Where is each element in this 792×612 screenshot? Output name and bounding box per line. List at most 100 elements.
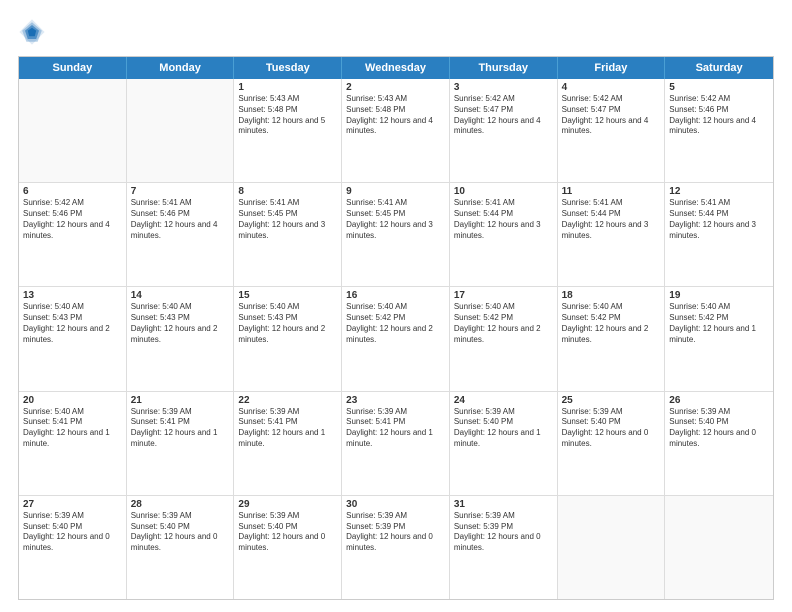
day-number: 12 [669, 186, 769, 197]
day-number: 10 [454, 186, 553, 197]
day-number: 7 [131, 186, 230, 197]
day-number: 5 [669, 82, 769, 93]
cell-info: Sunrise: 5:39 AM Sunset: 5:40 PM Dayligh… [562, 407, 661, 450]
header-day-friday: Friday [558, 57, 666, 79]
header [18, 18, 774, 46]
calendar-cell: 8Sunrise: 5:41 AM Sunset: 5:45 PM Daylig… [234, 183, 342, 286]
calendar-cell [665, 496, 773, 599]
calendar-cell: 6Sunrise: 5:42 AM Sunset: 5:46 PM Daylig… [19, 183, 127, 286]
calendar-cell: 10Sunrise: 5:41 AM Sunset: 5:44 PM Dayli… [450, 183, 558, 286]
cell-info: Sunrise: 5:41 AM Sunset: 5:45 PM Dayligh… [346, 198, 445, 241]
day-number: 14 [131, 290, 230, 301]
calendar-cell: 26Sunrise: 5:39 AM Sunset: 5:40 PM Dayli… [665, 392, 773, 495]
cell-info: Sunrise: 5:41 AM Sunset: 5:44 PM Dayligh… [454, 198, 553, 241]
calendar-cell: 18Sunrise: 5:40 AM Sunset: 5:42 PM Dayli… [558, 287, 666, 390]
calendar-cell: 7Sunrise: 5:41 AM Sunset: 5:46 PM Daylig… [127, 183, 235, 286]
calendar-cell: 29Sunrise: 5:39 AM Sunset: 5:40 PM Dayli… [234, 496, 342, 599]
cell-info: Sunrise: 5:39 AM Sunset: 5:39 PM Dayligh… [346, 511, 445, 554]
cell-info: Sunrise: 5:43 AM Sunset: 5:48 PM Dayligh… [346, 94, 445, 137]
calendar-cell: 11Sunrise: 5:41 AM Sunset: 5:44 PM Dayli… [558, 183, 666, 286]
calendar-cell [19, 79, 127, 182]
day-number: 8 [238, 186, 337, 197]
cell-info: Sunrise: 5:40 AM Sunset: 5:42 PM Dayligh… [562, 302, 661, 345]
calendar-cell: 14Sunrise: 5:40 AM Sunset: 5:43 PM Dayli… [127, 287, 235, 390]
day-number: 29 [238, 499, 337, 510]
calendar-week-4: 20Sunrise: 5:40 AM Sunset: 5:41 PM Dayli… [19, 392, 773, 496]
day-number: 3 [454, 82, 553, 93]
calendar-cell: 20Sunrise: 5:40 AM Sunset: 5:41 PM Dayli… [19, 392, 127, 495]
cell-info: Sunrise: 5:41 AM Sunset: 5:45 PM Dayligh… [238, 198, 337, 241]
day-number: 25 [562, 395, 661, 406]
calendar-cell: 28Sunrise: 5:39 AM Sunset: 5:40 PM Dayli… [127, 496, 235, 599]
calendar-cell [127, 79, 235, 182]
day-number: 28 [131, 499, 230, 510]
calendar-cell: 16Sunrise: 5:40 AM Sunset: 5:42 PM Dayli… [342, 287, 450, 390]
calendar-cell: 2Sunrise: 5:43 AM Sunset: 5:48 PM Daylig… [342, 79, 450, 182]
cell-info: Sunrise: 5:42 AM Sunset: 5:47 PM Dayligh… [562, 94, 661, 137]
header-day-monday: Monday [127, 57, 235, 79]
calendar-cell: 5Sunrise: 5:42 AM Sunset: 5:46 PM Daylig… [665, 79, 773, 182]
calendar-cell: 22Sunrise: 5:39 AM Sunset: 5:41 PM Dayli… [234, 392, 342, 495]
page: SundayMondayTuesdayWednesdayThursdayFrid… [0, 0, 792, 612]
calendar-week-3: 13Sunrise: 5:40 AM Sunset: 5:43 PM Dayli… [19, 287, 773, 391]
cell-info: Sunrise: 5:39 AM Sunset: 5:41 PM Dayligh… [346, 407, 445, 450]
cell-info: Sunrise: 5:39 AM Sunset: 5:40 PM Dayligh… [238, 511, 337, 554]
calendar-cell: 1Sunrise: 5:43 AM Sunset: 5:48 PM Daylig… [234, 79, 342, 182]
cell-info: Sunrise: 5:39 AM Sunset: 5:41 PM Dayligh… [238, 407, 337, 450]
calendar-body: 1Sunrise: 5:43 AM Sunset: 5:48 PM Daylig… [19, 79, 773, 599]
header-day-saturday: Saturday [665, 57, 773, 79]
cell-info: Sunrise: 5:39 AM Sunset: 5:40 PM Dayligh… [454, 407, 553, 450]
cell-info: Sunrise: 5:40 AM Sunset: 5:42 PM Dayligh… [346, 302, 445, 345]
header-day-tuesday: Tuesday [234, 57, 342, 79]
day-number: 22 [238, 395, 337, 406]
calendar: SundayMondayTuesdayWednesdayThursdayFrid… [18, 56, 774, 600]
day-number: 26 [669, 395, 769, 406]
cell-info: Sunrise: 5:39 AM Sunset: 5:40 PM Dayligh… [131, 511, 230, 554]
cell-info: Sunrise: 5:42 AM Sunset: 5:46 PM Dayligh… [23, 198, 122, 241]
day-number: 19 [669, 290, 769, 301]
day-number: 13 [23, 290, 122, 301]
cell-info: Sunrise: 5:41 AM Sunset: 5:46 PM Dayligh… [131, 198, 230, 241]
day-number: 9 [346, 186, 445, 197]
calendar-cell: 15Sunrise: 5:40 AM Sunset: 5:43 PM Dayli… [234, 287, 342, 390]
calendar-cell: 4Sunrise: 5:42 AM Sunset: 5:47 PM Daylig… [558, 79, 666, 182]
day-number: 11 [562, 186, 661, 197]
calendar-cell: 27Sunrise: 5:39 AM Sunset: 5:40 PM Dayli… [19, 496, 127, 599]
cell-info: Sunrise: 5:39 AM Sunset: 5:41 PM Dayligh… [131, 407, 230, 450]
cell-info: Sunrise: 5:40 AM Sunset: 5:43 PM Dayligh… [131, 302, 230, 345]
calendar-cell: 24Sunrise: 5:39 AM Sunset: 5:40 PM Dayli… [450, 392, 558, 495]
day-number: 21 [131, 395, 230, 406]
logo [18, 18, 50, 46]
cell-info: Sunrise: 5:40 AM Sunset: 5:41 PM Dayligh… [23, 407, 122, 450]
day-number: 20 [23, 395, 122, 406]
calendar-cell [558, 496, 666, 599]
day-number: 17 [454, 290, 553, 301]
calendar-cell: 13Sunrise: 5:40 AM Sunset: 5:43 PM Dayli… [19, 287, 127, 390]
cell-info: Sunrise: 5:41 AM Sunset: 5:44 PM Dayligh… [562, 198, 661, 241]
calendar-week-2: 6Sunrise: 5:42 AM Sunset: 5:46 PM Daylig… [19, 183, 773, 287]
calendar-cell: 21Sunrise: 5:39 AM Sunset: 5:41 PM Dayli… [127, 392, 235, 495]
day-number: 24 [454, 395, 553, 406]
calendar-cell: 23Sunrise: 5:39 AM Sunset: 5:41 PM Dayli… [342, 392, 450, 495]
cell-info: Sunrise: 5:42 AM Sunset: 5:46 PM Dayligh… [669, 94, 769, 137]
cell-info: Sunrise: 5:40 AM Sunset: 5:42 PM Dayligh… [669, 302, 769, 345]
calendar-week-5: 27Sunrise: 5:39 AM Sunset: 5:40 PM Dayli… [19, 496, 773, 599]
calendar-cell: 25Sunrise: 5:39 AM Sunset: 5:40 PM Dayli… [558, 392, 666, 495]
calendar-cell: 12Sunrise: 5:41 AM Sunset: 5:44 PM Dayli… [665, 183, 773, 286]
cell-info: Sunrise: 5:40 AM Sunset: 5:43 PM Dayligh… [23, 302, 122, 345]
day-number: 2 [346, 82, 445, 93]
day-number: 23 [346, 395, 445, 406]
header-day-thursday: Thursday [450, 57, 558, 79]
cell-info: Sunrise: 5:41 AM Sunset: 5:44 PM Dayligh… [669, 198, 769, 241]
calendar-cell: 30Sunrise: 5:39 AM Sunset: 5:39 PM Dayli… [342, 496, 450, 599]
calendar-cell: 19Sunrise: 5:40 AM Sunset: 5:42 PM Dayli… [665, 287, 773, 390]
logo-icon [18, 18, 46, 46]
cell-info: Sunrise: 5:40 AM Sunset: 5:42 PM Dayligh… [454, 302, 553, 345]
calendar-cell: 31Sunrise: 5:39 AM Sunset: 5:39 PM Dayli… [450, 496, 558, 599]
calendar-header: SundayMondayTuesdayWednesdayThursdayFrid… [19, 57, 773, 79]
calendar-cell: 17Sunrise: 5:40 AM Sunset: 5:42 PM Dayli… [450, 287, 558, 390]
calendar-cell: 3Sunrise: 5:42 AM Sunset: 5:47 PM Daylig… [450, 79, 558, 182]
cell-info: Sunrise: 5:42 AM Sunset: 5:47 PM Dayligh… [454, 94, 553, 137]
header-day-sunday: Sunday [19, 57, 127, 79]
cell-info: Sunrise: 5:43 AM Sunset: 5:48 PM Dayligh… [238, 94, 337, 137]
